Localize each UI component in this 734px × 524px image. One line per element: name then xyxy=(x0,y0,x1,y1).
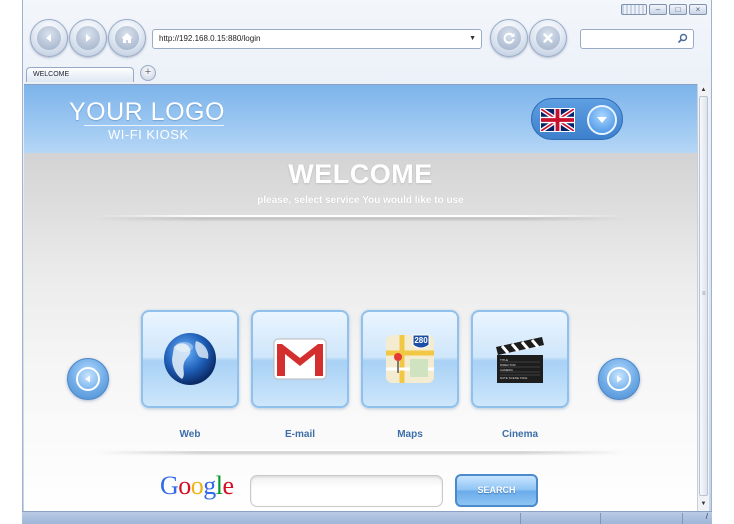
divider-shadow xyxy=(96,217,626,220)
arrow-right-icon xyxy=(617,375,622,383)
status-bar: / xyxy=(22,511,712,524)
resize-grip-icon[interactable]: / xyxy=(706,512,708,521)
arrow-right-icon xyxy=(86,34,91,42)
google-logo-letter: g xyxy=(203,471,216,500)
welcome-title: WELCOME xyxy=(288,159,433,189)
stop-button[interactable] xyxy=(529,19,567,57)
clapper-line-camera: CAMERA xyxy=(500,368,513,372)
search-icon[interactable] xyxy=(677,33,688,44)
google-logo-letter: G xyxy=(160,471,179,500)
scroll-grip-icon: ≡ xyxy=(702,291,706,297)
maximize-button[interactable]: □ xyxy=(669,4,687,15)
google-logo-letter: o xyxy=(190,471,204,500)
new-tab-button[interactable]: + xyxy=(140,65,156,81)
browser-search-input[interactable] xyxy=(580,29,694,49)
arrow-left-icon xyxy=(85,375,90,383)
logo-divider xyxy=(84,125,224,126)
uk-flag-icon xyxy=(540,108,575,132)
scroll-thumb[interactable]: ≡ xyxy=(699,96,708,496)
chevron-down-icon xyxy=(597,117,607,123)
refresh-button[interactable] xyxy=(490,19,528,57)
back-button[interactable] xyxy=(30,19,68,57)
minimize-button[interactable]: – xyxy=(649,4,667,15)
service-label-maps[interactable]: Maps xyxy=(361,429,459,440)
service-label-cinema[interactable]: Cinema xyxy=(471,429,569,440)
carousel-next-button[interactable] xyxy=(598,358,640,400)
top-divider xyxy=(96,215,626,217)
bottom-divider xyxy=(96,449,626,451)
status-separator xyxy=(682,513,683,524)
tab-welcome[interactable]: WELCOME xyxy=(26,67,134,82)
google-logo-letter: e xyxy=(222,471,235,500)
chevron-down-icon[interactable]: ▼ xyxy=(469,30,476,48)
address-bar[interactable]: http://192.168.0.15:880/login ▼ xyxy=(152,29,482,49)
window-layout-button[interactable] xyxy=(621,4,647,15)
globe-icon xyxy=(164,333,216,385)
close-window-button[interactable]: × xyxy=(689,4,707,15)
status-separator xyxy=(520,513,521,524)
close-icon: × xyxy=(695,4,701,14)
logo-title: YOUR LOGO xyxy=(69,98,225,126)
refresh-icon xyxy=(503,32,515,44)
tab-label: WELCOME xyxy=(33,71,70,78)
maps-icon: 280 xyxy=(386,334,434,383)
main-content: WELCOME please, select service You would… xyxy=(24,153,697,511)
clapper-line-director: DIRECTOR xyxy=(500,363,516,367)
google-logo: Google xyxy=(160,471,234,501)
carousel-prev-button[interactable] xyxy=(67,358,109,400)
home-icon xyxy=(121,33,133,43)
service-tile-email[interactable] xyxy=(251,310,349,408)
google-logo-letter: l xyxy=(215,471,223,500)
google-search-button[interactable]: SEARCH xyxy=(455,474,538,507)
maps-badge: 280 xyxy=(414,336,428,345)
page-header: YOUR LOGO WI-FI KIOSK xyxy=(24,85,697,153)
divider-shadow xyxy=(96,451,626,454)
google-search-input[interactable] xyxy=(250,475,443,507)
page-viewport: YOUR LOGO WI-FI KIOSK WELCOME please, se… xyxy=(24,84,697,511)
clapper-line-date: DATE SCENE TAKE xyxy=(500,376,527,380)
service-tile-web[interactable] xyxy=(141,310,239,408)
address-text: http://192.168.0.15:880/login xyxy=(159,34,261,43)
status-separator xyxy=(600,513,601,524)
vertical-scrollbar[interactable]: ▲ ≡ ▼ xyxy=(697,84,709,511)
google-logo-letter: o xyxy=(178,471,191,500)
scroll-up-arrow-icon[interactable]: ▲ xyxy=(698,85,709,95)
minimize-icon: – xyxy=(655,4,661,14)
welcome-subtitle: please, select service You would like to… xyxy=(257,195,464,206)
stop-x-icon xyxy=(543,33,553,43)
service-label-web[interactable]: Web xyxy=(141,429,239,440)
gmail-icon xyxy=(273,338,327,380)
language-selector[interactable] xyxy=(531,98,623,140)
language-dropdown-button[interactable] xyxy=(587,105,617,135)
window-controls: – □ × xyxy=(621,4,707,15)
logo-subtitle: WI-FI KIOSK xyxy=(108,127,189,142)
service-tile-maps[interactable]: 280 xyxy=(361,310,459,408)
service-tile-cinema[interactable]: TITLE DIRECTOR CAMERA DATE SCENE TAKE xyxy=(471,310,569,408)
forward-button[interactable] xyxy=(69,19,107,57)
clapper-line-title: TITLE xyxy=(500,358,508,362)
scroll-down-arrow-icon[interactable]: ▼ xyxy=(698,499,709,509)
home-button[interactable] xyxy=(108,19,146,57)
service-label-email[interactable]: E-mail xyxy=(251,429,349,440)
clapperboard-icon: TITLE DIRECTOR CAMERA DATE SCENE TAKE xyxy=(496,337,544,383)
arrow-left-icon xyxy=(46,34,51,42)
maximize-icon: □ xyxy=(675,4,681,14)
